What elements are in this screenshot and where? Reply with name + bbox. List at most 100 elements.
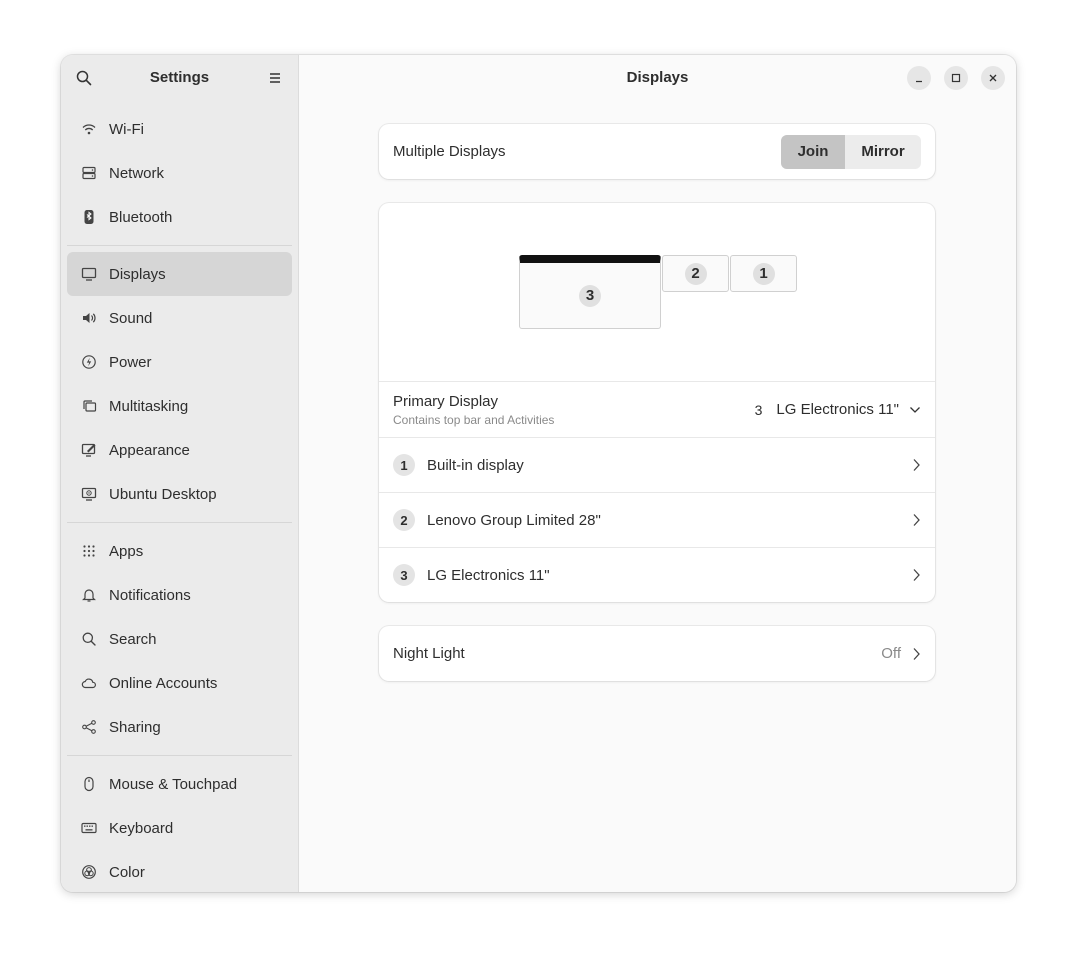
ubuntu-desktop-icon bbox=[81, 486, 97, 502]
sidebar: Settings Wi-Fi Network Bluetooth Display… bbox=[61, 55, 299, 892]
sidebar-header: Settings bbox=[61, 55, 298, 101]
keyboard-icon bbox=[81, 820, 97, 836]
chevron-right-icon bbox=[913, 647, 920, 660]
maximize-button[interactable] bbox=[944, 66, 968, 90]
settings-window: Settings Wi-Fi Network Bluetooth Display… bbox=[61, 55, 1016, 892]
night-light-row[interactable]: Night Light Off bbox=[379, 626, 935, 681]
sidebar-item-bluetooth[interactable]: Bluetooth bbox=[67, 195, 292, 239]
display-number-badge: 2 bbox=[393, 509, 415, 531]
sidebar-item-multitasking[interactable]: Multitasking bbox=[67, 384, 292, 428]
primary-display-row[interactable]: Primary Display Contains top bar and Act… bbox=[379, 382, 935, 437]
sidebar-item-appearance[interactable]: Appearance bbox=[67, 428, 292, 472]
monitor-3[interactable]: 3 bbox=[519, 255, 661, 329]
sidebar-divider bbox=[67, 245, 292, 246]
close-button[interactable] bbox=[981, 66, 1005, 90]
mirror-button[interactable]: Mirror bbox=[845, 135, 921, 169]
join-button[interactable]: Join bbox=[781, 134, 845, 169]
maximize-icon bbox=[951, 73, 961, 83]
appearance-icon bbox=[81, 442, 97, 458]
multiple-displays-toggle: Join Mirror bbox=[781, 134, 921, 169]
sidebar-item-label: Power bbox=[109, 353, 152, 371]
sidebar-item-mouse-touchpad[interactable]: Mouse & Touchpad bbox=[67, 762, 292, 806]
power-icon bbox=[81, 354, 97, 370]
sidebar-item-label: Bluetooth bbox=[109, 208, 173, 226]
header-bar: Displays bbox=[299, 55, 1016, 101]
display-name: Lenovo Group Limited 28" bbox=[427, 511, 601, 529]
sidebar-item-label: Search bbox=[109, 630, 157, 648]
display-arrangement: 3 2 1 bbox=[379, 203, 935, 382]
display-row-1[interactable]: 1 Built-in display bbox=[379, 437, 935, 492]
color-icon bbox=[81, 864, 97, 880]
sidebar-item-notifications[interactable]: Notifications bbox=[67, 573, 292, 617]
monitor-number-badge: 2 bbox=[684, 262, 707, 285]
display-number-badge: 1 bbox=[393, 454, 415, 476]
multitasking-icon bbox=[81, 398, 97, 414]
display-icon bbox=[81, 266, 97, 282]
primary-display-number: 3 bbox=[754, 401, 763, 418]
close-icon bbox=[989, 74, 997, 82]
display-row-2[interactable]: 2 Lenovo Group Limited 28" bbox=[379, 492, 935, 547]
sidebar-item-keyboard[interactable]: Keyboard bbox=[67, 806, 292, 850]
sidebar-item-sharing[interactable]: Sharing bbox=[67, 705, 292, 749]
night-light-label: Night Light bbox=[393, 645, 465, 662]
display-number-badge: 3 bbox=[393, 564, 415, 586]
display-name: LG Electronics 11" bbox=[427, 566, 550, 584]
wifi-icon bbox=[81, 121, 97, 137]
sidebar-item-label: Keyboard bbox=[109, 819, 174, 837]
chevron-down-icon bbox=[910, 406, 920, 413]
monitor-2[interactable]: 2 bbox=[662, 255, 729, 292]
sidebar-item-displays[interactable]: Displays bbox=[67, 252, 292, 296]
monitor-number-badge: 3 bbox=[579, 284, 601, 307]
chevron-right-icon bbox=[913, 514, 920, 526]
multiple-displays-row: Multiple Displays Join Mirror bbox=[379, 124, 935, 179]
multiple-displays-card: Multiple Displays Join Mirror bbox=[379, 124, 935, 179]
sidebar-item-label: Apps bbox=[109, 542, 144, 560]
sidebar-item-sound[interactable]: Sound bbox=[67, 296, 292, 340]
chevron-right-icon bbox=[913, 569, 920, 581]
sidebar-item-ubuntu-desktop[interactable]: Ubuntu Desktop bbox=[67, 472, 292, 516]
sidebar-item-label: Network bbox=[109, 164, 165, 182]
sidebar-item-wifi[interactable]: Wi-Fi bbox=[67, 107, 292, 151]
sidebar-item-label: Ubuntu Desktop bbox=[109, 485, 217, 503]
multiple-displays-label: Multiple Displays bbox=[393, 143, 506, 160]
hamburger-menu-icon[interactable] bbox=[266, 69, 284, 87]
sidebar-divider bbox=[67, 522, 292, 523]
display-name: Built-in display bbox=[427, 456, 524, 474]
search-icon bbox=[81, 631, 97, 647]
night-light-status: Off bbox=[881, 645, 901, 662]
bluetooth-icon bbox=[81, 209, 97, 225]
sidebar-item-power[interactable]: Power bbox=[67, 340, 292, 384]
sidebar-item-label: Sound bbox=[109, 309, 153, 327]
sidebar-item-label: Wi-Fi bbox=[109, 120, 144, 138]
mouse-icon bbox=[81, 776, 97, 792]
sidebar-item-label: Mouse & Touchpad bbox=[109, 775, 238, 793]
sidebar-item-label: Notifications bbox=[109, 586, 191, 604]
night-light-card: Night Light Off bbox=[379, 626, 935, 681]
minimize-button[interactable] bbox=[907, 66, 931, 90]
primary-display-label: Primary Display bbox=[393, 392, 499, 410]
speaker-icon bbox=[81, 310, 97, 326]
main-panel: Displays Multiple Displays Join Mirror 3… bbox=[299, 55, 1016, 892]
sidebar-divider bbox=[67, 755, 292, 756]
apps-grid-icon bbox=[81, 543, 97, 559]
sidebar-item-label: Sharing bbox=[109, 718, 161, 736]
minimize-icon bbox=[916, 80, 922, 83]
sidebar-item-network[interactable]: Network bbox=[67, 151, 292, 195]
monitor-1[interactable]: 1 bbox=[730, 255, 797, 292]
cloud-icon bbox=[81, 675, 97, 691]
sidebar-item-label: Online Accounts bbox=[109, 674, 218, 692]
bell-icon bbox=[81, 587, 97, 603]
sidebar-item-label: Appearance bbox=[109, 441, 190, 459]
sidebar-item-label: Color bbox=[109, 863, 145, 881]
sidebar-item-label: Multitasking bbox=[109, 397, 189, 415]
sidebar-item-online-accounts[interactable]: Online Accounts bbox=[67, 661, 292, 705]
sidebar-item-search[interactable]: Search bbox=[67, 617, 292, 661]
primary-display-value: LG Electronics 11" bbox=[776, 401, 899, 418]
sidebar-item-color[interactable]: Color bbox=[67, 850, 292, 892]
share-icon bbox=[81, 719, 97, 735]
sidebar-item-label: Displays bbox=[109, 265, 166, 283]
primary-display-dropdown[interactable]: 3 LG Electronics 11" bbox=[755, 401, 921, 418]
primary-display-text: Primary Display Contains top bar and Act… bbox=[393, 393, 554, 427]
display-row-3[interactable]: 3 LG Electronics 11" bbox=[379, 547, 935, 602]
sidebar-item-apps[interactable]: Apps bbox=[67, 529, 292, 573]
